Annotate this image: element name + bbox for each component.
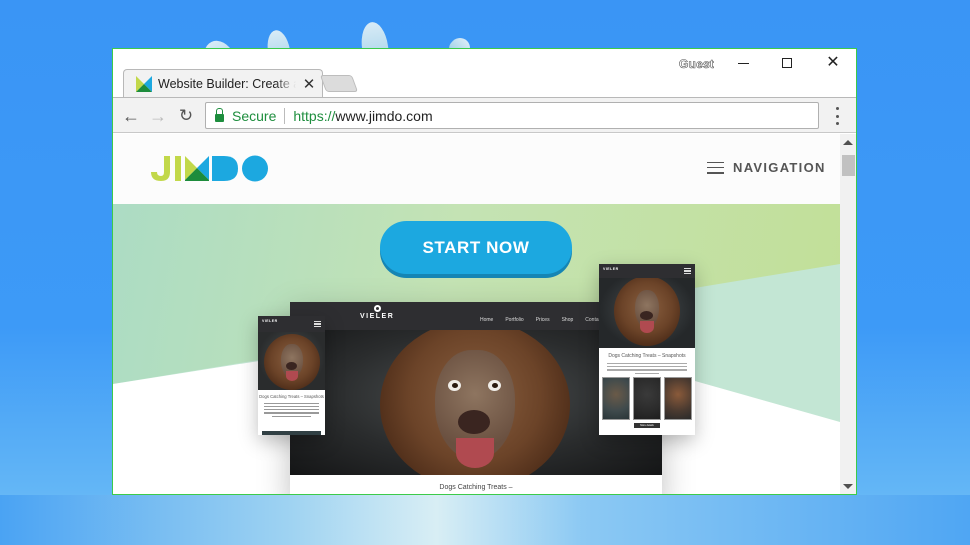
hamburger-icon <box>707 161 724 174</box>
divider <box>284 107 286 124</box>
dog-photo <box>258 332 325 390</box>
arrow-left-icon: ← <box>122 105 140 126</box>
browser-menu-button[interactable] <box>832 107 842 125</box>
navigation-menu-button[interactable]: NAVIGATION <box>707 160 826 175</box>
start-now-button[interactable]: START NOW <box>380 221 572 274</box>
page-viewport: NAVIGATION START NOW VIELER Home Portfol… <box>113 134 840 494</box>
jimdo-logo-icon <box>151 155 268 181</box>
browser-window: Website Builder: Create a Free Website ✕… <box>112 48 857 495</box>
hamburger-icon <box>314 321 321 327</box>
address-bar[interactable]: Secure https:// www.jimdo.com <box>205 102 819 129</box>
reload-icon: ↻ <box>178 106 194 125</box>
title-bar: Website Builder: Create a Free Website ✕… <box>113 49 856 97</box>
new-tab-button[interactable] <box>319 75 359 92</box>
scroll-down-icon[interactable] <box>843 484 853 489</box>
mockup-title: Dogs Catching Treats – Snapshots <box>608 353 686 359</box>
phone-mockup-right: VIELER Dogs Catching Treats – Snapshots <box>599 264 695 435</box>
jimdo-favicon-icon <box>136 76 152 92</box>
maximize-icon <box>782 58 792 68</box>
mockup-nav: Home Portfolio Prices Shop Conta <box>480 317 599 323</box>
profile-label[interactable]: Guest <box>679 57 714 72</box>
hamburger-icon <box>684 268 691 274</box>
lock-icon <box>215 107 224 122</box>
close-window-button[interactable]: ✕ <box>813 53 853 73</box>
reload-button[interactable]: ↻ <box>174 104 198 128</box>
minimize-icon <box>737 62 749 64</box>
site-header: NAVIGATION <box>113 134 840 204</box>
forward-button[interactable]: → <box>146 104 170 128</box>
back-button[interactable]: ← <box>119 104 143 128</box>
thumbnail-gallery <box>602 376 692 420</box>
minimize-button[interactable] <box>723 53 763 73</box>
browser-tab[interactable]: Website Builder: Create a Free Website ✕ <box>123 69 323 97</box>
tab-title: Website Builder: Create a Free Website <box>158 77 296 91</box>
mockup-brand: VIELER <box>360 305 394 320</box>
tab-close-icon[interactable]: ✕ <box>302 75 316 93</box>
scroll-up-icon[interactable] <box>843 140 853 145</box>
scrollbar-thumb[interactable] <box>842 155 855 176</box>
phone-mockup-left: VIELER Dogs Catching Treats – Snapshots <box>258 316 325 435</box>
security-label[interactable]: Secure <box>232 108 276 124</box>
jimdo-logo[interactable] <box>149 154 271 181</box>
navigation-label: NAVIGATION <box>733 160 826 175</box>
url-scheme: https:// <box>293 107 336 124</box>
browser-toolbar: ← → ↻ Secure https:// www.jimdo.com <box>113 97 856 133</box>
maximize-button[interactable] <box>767 53 807 73</box>
dog-photo <box>599 278 695 348</box>
hero-section: START NOW VIELER Home Portfolio Prices S… <box>113 204 840 494</box>
url-host: www.jimdo.com <box>335 107 433 124</box>
mockup-caption: Dogs Catching Treats – <box>290 475 662 494</box>
more-details-button: More details <box>634 422 660 428</box>
close-icon: ✕ <box>826 54 840 71</box>
vertical-scrollbar[interactable] <box>840 134 856 494</box>
mockup-title: Dogs Catching Treats – Snapshots <box>259 394 324 399</box>
arrow-right-icon: → <box>149 105 167 126</box>
